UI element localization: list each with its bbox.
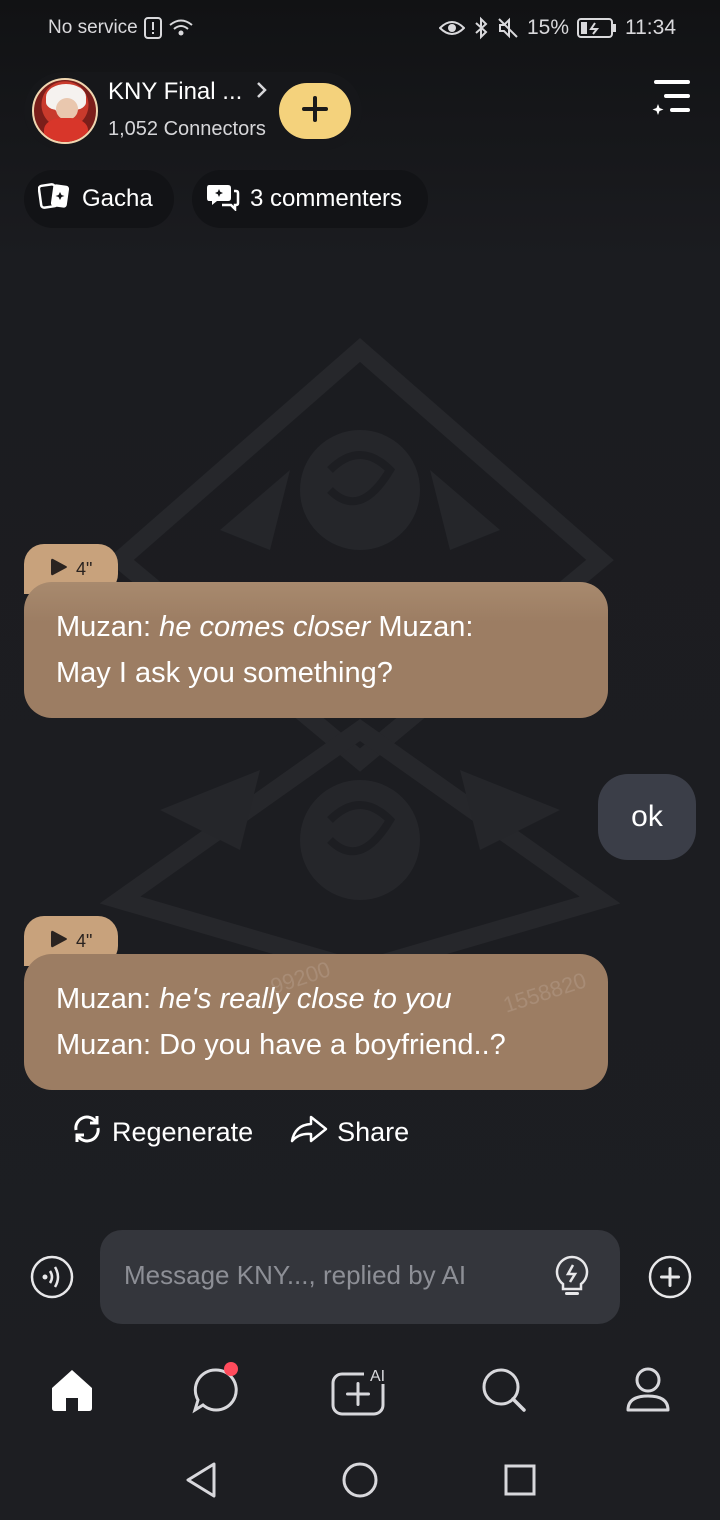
back-icon[interactable] <box>182 1460 222 1500</box>
share-button[interactable]: Share <box>289 1112 409 1153</box>
search-icon[interactable] <box>478 1364 530 1416</box>
chat-icon[interactable] <box>190 1362 242 1416</box>
battery-percent: 15% <box>526 16 569 39</box>
message-line: May I ask you something? <box>56 657 393 689</box>
svg-text:AI: AI <box>370 1368 385 1385</box>
speaker-name-2: Muzan: <box>370 611 474 643</box>
bottom-nav: AI <box>0 1350 720 1430</box>
play-icon <box>50 929 68 954</box>
recents-icon[interactable] <box>500 1460 540 1500</box>
unread-badge <box>224 1362 238 1376</box>
plus-icon <box>300 94 330 129</box>
wifi-icon <box>168 17 194 39</box>
action-text: he comes closer <box>159 611 371 643</box>
user-message-text: ok <box>631 800 663 833</box>
speaker-name: Muzan: <box>56 611 160 643</box>
sim-alert-icon <box>143 17 162 39</box>
menu-sparkle-icon[interactable] <box>650 76 694 120</box>
message-line: Muzan: Do you have a boyfriend..? <box>56 1029 506 1061</box>
message-input-placeholder: Message KNY..., replied by AI <box>124 1260 467 1290</box>
message-input[interactable]: Message KNY..., replied by AI <box>100 1230 620 1324</box>
add-button[interactable] <box>279 83 351 139</box>
connectors-count: 1,052 Connectors <box>108 118 266 140</box>
voice-input-button[interactable] <box>30 1255 74 1299</box>
gacha-chip[interactable]: Gacha <box>24 170 174 228</box>
commenters-label: 3 commenters <box>250 185 403 212</box>
chat-title[interactable]: KNY Final ... <box>108 78 268 106</box>
battery-icon <box>577 17 617 39</box>
refresh-icon <box>70 1112 104 1153</box>
system-navigation <box>0 1440 720 1520</box>
eye-icon <box>438 19 465 37</box>
create-ai-icon[interactable]: AI <box>330 1364 390 1416</box>
mute-icon <box>497 17 519 39</box>
voice-duration: 4" <box>76 930 93 951</box>
play-icon <box>50 557 68 582</box>
speaker-name: Muzan: <box>56 983 160 1015</box>
regenerate-button[interactable]: Regenerate <box>70 1112 253 1153</box>
voice-duration: 4" <box>76 558 93 579</box>
ai-message-bubble[interactable]: Muzan: he comes closer Muzan: May I ask … <box>24 582 608 718</box>
share-label: Share <box>337 1117 410 1147</box>
comments-icon <box>206 181 240 218</box>
lightbulb-icon[interactable] <box>552 1254 592 1300</box>
profile-icon[interactable] <box>622 1364 674 1416</box>
chevron-right-icon <box>256 78 268 106</box>
gacha-label: Gacha <box>82 185 153 212</box>
share-icon <box>289 1113 329 1152</box>
home-icon[interactable] <box>46 1364 98 1416</box>
home-circle-icon[interactable] <box>340 1460 380 1500</box>
status-bar: No service 15% 11:34 <box>0 0 720 56</box>
regenerate-label: Regenerate <box>112 1117 254 1147</box>
app-screen: No service 15% 11:34 KNY Final ... 1,052… <box>0 0 720 1520</box>
bluetooth-icon <box>473 16 489 40</box>
chat-title-text: KNY Final ... <box>108 78 243 105</box>
avatar[interactable] <box>32 78 98 144</box>
carrier-text: No service <box>48 17 138 38</box>
attach-plus-button[interactable] <box>648 1255 692 1299</box>
user-message-bubble[interactable]: ok <box>598 774 696 860</box>
gacha-cards-icon <box>37 181 72 218</box>
clock: 11:34 <box>625 16 676 39</box>
message-actions: Regenerate Share <box>70 1112 409 1153</box>
commenters-chip[interactable]: 3 commenters <box>192 170 428 228</box>
